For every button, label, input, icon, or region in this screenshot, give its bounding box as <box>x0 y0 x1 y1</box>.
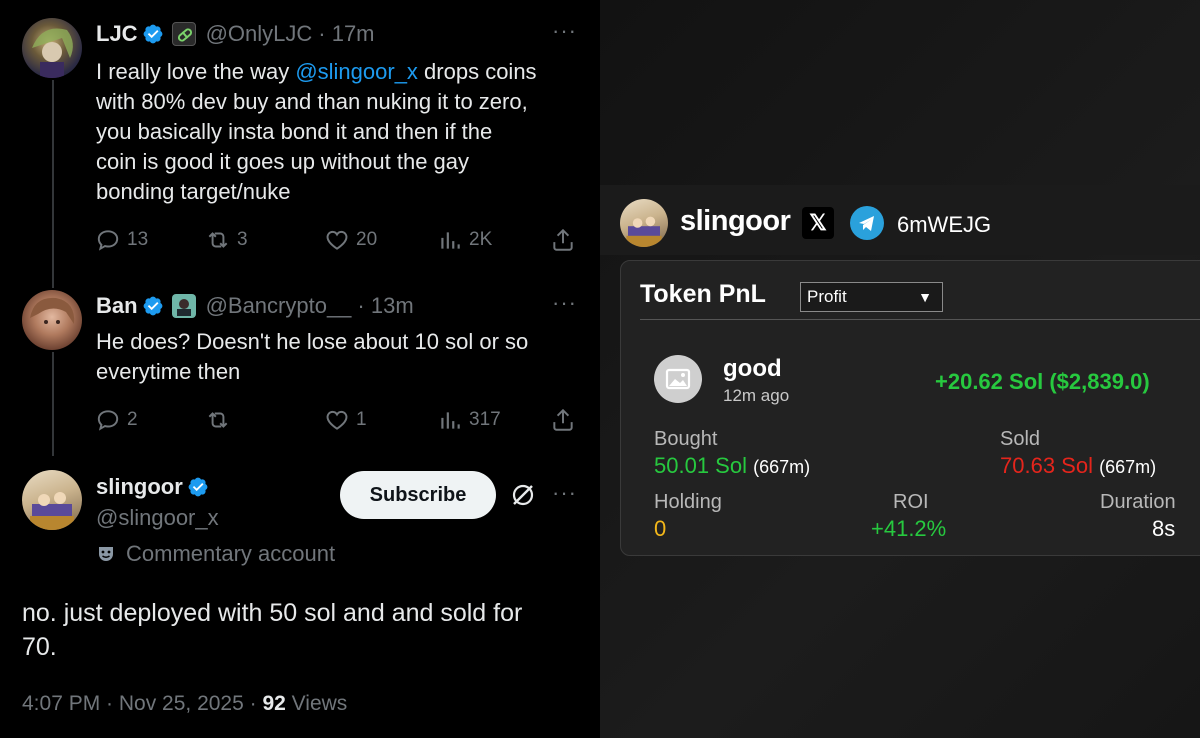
views-label: Views <box>285 692 348 715</box>
x-logo-icon[interactable]: 𝕏 <box>802 207 834 239</box>
author-handle[interactable]: @slingoor_x <box>96 505 219 531</box>
reply-button[interactable]: 13 <box>95 227 148 253</box>
affiliate-badge-icon <box>171 294 196 318</box>
profile-name: slingoor <box>680 205 791 237</box>
reply-count: 13 <box>127 229 149 250</box>
timestamp[interactable]: 4:07 PM · Nov 25, 2025 · <box>22 692 262 715</box>
thread-line <box>52 352 54 456</box>
more-options-icon[interactable]: ··· <box>552 290 577 316</box>
author-name[interactable]: slingoor <box>96 474 183 500</box>
like-count: 20 <box>356 229 378 250</box>
post-time[interactable]: · 17m <box>318 21 374 47</box>
author-name[interactable]: Ban <box>96 293 138 319</box>
dropdown-caret-icon: ▼ <box>918 289 932 305</box>
bought-value: 50.01 Sol (667m) <box>654 453 811 478</box>
filter-select[interactable]: Profit ▼ <box>800 282 943 312</box>
repost-button[interactable] <box>205 407 237 433</box>
avatar[interactable] <box>22 470 82 530</box>
verified-badge-icon <box>143 296 162 316</box>
share-icon <box>553 408 573 431</box>
tweet-text: He does? Doesn't he lose about 10 sol or… <box>96 329 529 384</box>
reply-count: 2 <box>127 409 138 430</box>
share-button[interactable] <box>550 407 582 433</box>
repost-icon <box>208 232 228 248</box>
token-name: good <box>723 355 782 382</box>
views-count: 2K <box>469 229 493 250</box>
avatar[interactable] <box>22 290 82 350</box>
holding-value: 0 <box>654 516 667 541</box>
duration-value: 8s <box>1152 516 1176 541</box>
share-icon <box>553 228 573 251</box>
reply-icon <box>97 230 119 251</box>
duration-label: Duration <box>1100 491 1176 513</box>
mention-link[interactable]: @slingoor_x <box>295 59 418 84</box>
analytics-icon <box>441 412 460 429</box>
verified-badge-icon <box>188 477 208 497</box>
telegram-icon[interactable] <box>850 206 884 240</box>
reply-button[interactable]: 2 <box>95 407 138 433</box>
views-count: 317 <box>469 409 501 430</box>
views-button[interactable]: 317 <box>437 407 501 433</box>
commentary-account-label: Commentary account <box>96 540 335 568</box>
holding-label: Holding <box>654 491 722 513</box>
theater-masks-icon <box>99 547 113 561</box>
sold-value: 70.63 Sol (667m) <box>1000 453 1157 478</box>
views-count: 92 <box>262 692 286 715</box>
views-button[interactable]: 2K <box>437 227 492 253</box>
profit-value: +20.62 Sol ($2,839.0) <box>935 369 1150 394</box>
post-time[interactable]: · 13m <box>357 293 413 319</box>
author-handle[interactable]: @OnlyLJC <box>206 21 313 47</box>
verified-badge-icon <box>143 24 162 44</box>
avatar <box>620 199 668 247</box>
more-options-icon[interactable]: ··· <box>552 18 577 44</box>
author-handle[interactable]: @Bancrypto__ <box>206 293 352 319</box>
roi-label: ROI <box>893 491 929 513</box>
reply-icon <box>97 410 119 431</box>
grok-icon[interactable] <box>510 482 536 508</box>
analytics-icon <box>441 232 460 249</box>
like-button[interactable]: 20 <box>324 227 377 253</box>
share-button[interactable] <box>550 227 582 253</box>
tweet-meta: 4:07 PM · Nov 25, 2025 · 92 Views <box>22 692 347 716</box>
sold-label: Sold <box>1000 428 1041 450</box>
tweet-text: no. just deployed with 50 sol and and so… <box>22 599 523 661</box>
filter-selected-value: Profit <box>807 287 847 306</box>
heart-icon <box>326 230 348 250</box>
avatar[interactable] <box>22 18 82 78</box>
repost-count: 3 <box>237 229 248 250</box>
token-time: 12m ago <box>723 386 790 405</box>
author-name[interactable]: LJC <box>96 21 138 47</box>
tweet-text: I really love the way @slingoor_x drops … <box>96 59 537 204</box>
pill-affiliate-icon <box>171 22 196 46</box>
card-title: Token PnL <box>640 280 766 308</box>
roi-value: +41.2% <box>871 516 947 541</box>
repost-icon <box>208 412 228 428</box>
repost-button[interactable]: 3 <box>205 227 248 253</box>
token-image-placeholder-icon <box>654 355 702 403</box>
like-count: 1 <box>356 409 367 430</box>
subscribe-button[interactable]: Subscribe <box>340 471 496 519</box>
wallet-address[interactable]: 6mWEJG <box>897 212 991 238</box>
more-options-icon[interactable]: ··· <box>552 480 577 506</box>
like-button[interactable]: 1 <box>324 407 367 433</box>
bought-label: Bought <box>654 428 718 450</box>
heart-icon <box>326 410 348 430</box>
divider <box>640 319 1200 320</box>
thread-line <box>52 80 54 288</box>
